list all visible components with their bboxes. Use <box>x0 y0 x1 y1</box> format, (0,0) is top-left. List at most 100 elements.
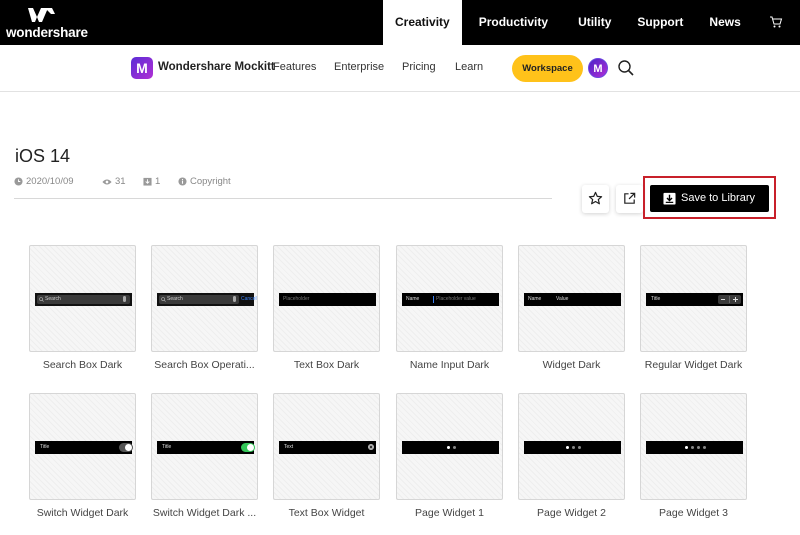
page-dot <box>566 446 569 449</box>
page-title: iOS 14 <box>15 146 71 166</box>
card-label: Page Widget 1 <box>415 507 484 519</box>
component-thumbnail: Title <box>640 245 747 352</box>
search-icon[interactable] <box>617 59 635 77</box>
avatar[interactable]: M <box>588 58 608 78</box>
mic-icon <box>123 296 126 302</box>
save-icon <box>663 192 676 205</box>
top-nav: Creativity Productivity Utility Support … <box>383 0 754 45</box>
card-label: Regular Widget Dark <box>644 359 743 371</box>
meta-license: Copyright <box>178 176 231 187</box>
preview-text: Name <box>528 296 542 302</box>
card-label: Text Box Widget <box>288 507 365 519</box>
clock-icon <box>14 177 23 186</box>
mic-icon <box>233 296 236 302</box>
meta-count: 1 <box>143 176 160 187</box>
preview-value: Value <box>556 296 569 302</box>
download-box-icon <box>143 177 152 186</box>
mockitt-logo-icon[interactable]: M <box>131 57 153 79</box>
wondershare-logo-icon <box>28 8 55 22</box>
card-label: Page Widget 3 <box>659 507 728 519</box>
nav-pricing[interactable]: Pricing <box>402 61 436 73</box>
card-label: Name Input Dark <box>409 359 490 371</box>
stepper <box>718 295 741 304</box>
nav-learn[interactable]: Learn <box>455 61 483 73</box>
preview-regular-widget: Title <box>646 293 743 306</box>
card-label: Page Widget 2 <box>537 507 606 519</box>
top-nav-news[interactable]: News <box>696 0 753 45</box>
page-dot <box>447 446 450 449</box>
text-cursor <box>433 296 434 303</box>
preview-text: Title <box>651 296 661 302</box>
preview-name-input: Name Placeholder value <box>402 293 499 306</box>
preview-page-dots <box>524 441 621 454</box>
meta-license-text: Copyright <box>190 176 231 187</box>
component-thumbnail: Search Cancel <box>151 245 258 352</box>
top-nav-utility[interactable]: Utility <box>565 0 624 45</box>
card-label: Text Box Dark <box>293 359 360 371</box>
component-thumbnail: Title <box>151 393 258 500</box>
search-icon <box>161 297 166 302</box>
top-nav-creativity[interactable]: Creativity <box>383 0 462 45</box>
page-dot <box>572 446 575 449</box>
preview-page-dots <box>646 441 743 454</box>
nav-enterprise[interactable]: Enterprise <box>334 61 384 73</box>
favorite-button[interactable] <box>582 185 609 213</box>
page-dot <box>703 446 706 449</box>
meta-date: 2020/10/09 <box>14 176 74 187</box>
top-navigation-bar: wondershare Creativity Productivity Util… <box>0 0 800 45</box>
card-label: Widget Dark <box>542 359 601 371</box>
top-nav-support[interactable]: Support <box>624 0 696 45</box>
preview-page-dots <box>402 441 499 454</box>
preview-text: Search <box>167 296 183 302</box>
preview-text: Text <box>284 444 294 450</box>
product-navigation: M Wondershare Mockitt Features Enterpris… <box>0 45 800 92</box>
workspace-button[interactable]: Workspace <box>512 55 583 82</box>
info-icon <box>178 177 187 186</box>
preview-text: Placeholder <box>283 296 310 302</box>
preview-widget: Name Value <box>524 293 621 306</box>
preview-switch-off: Title <box>35 441 133 454</box>
page-dot <box>578 446 581 449</box>
logo-text: wondershare <box>6 25 88 40</box>
component-thumbnail <box>518 393 625 500</box>
preview-search-dark: Search <box>35 293 132 306</box>
preview-text-box: Placeholder <box>279 293 376 306</box>
component-thumbnail: Search <box>29 245 136 352</box>
card-label: Switch Widget Dark ... <box>152 507 257 519</box>
card-label: Search Box Operati... <box>154 359 255 371</box>
minus-icon <box>721 299 725 300</box>
open-external-button[interactable] <box>616 185 643 213</box>
preview-value: Placeholder value <box>436 296 476 302</box>
preview-search-operation: Search Cancel <box>157 293 257 306</box>
search-icon <box>39 297 44 302</box>
save-to-library-button[interactable]: Save to Library <box>650 185 769 212</box>
save-to-library-label: Save to Library <box>681 192 755 204</box>
preview-text-box-widget: Text <box>279 441 376 454</box>
component-thumbnail: Text <box>273 393 380 500</box>
meta-views: 31 <box>102 176 126 187</box>
toggle-switch <box>119 443 133 452</box>
preview-action: Cancel <box>241 296 257 302</box>
component-thumbnail: Name Value <box>518 245 625 352</box>
divider <box>14 198 552 199</box>
mockitt-logo-letter: M <box>136 60 148 76</box>
component-thumbnail <box>396 393 503 500</box>
nav-features[interactable]: Features <box>273 61 316 73</box>
preview-text: Search <box>45 296 61 302</box>
page-dot <box>685 446 688 449</box>
preview-switch-on: Title <box>157 441 255 454</box>
preview-text: Name <box>406 296 420 302</box>
component-thumbnail: Name Placeholder value <box>396 245 503 352</box>
page-dot <box>691 446 694 449</box>
meta-views-text: 31 <box>115 176 126 187</box>
component-thumbnail: Placeholder <box>273 245 380 352</box>
preview-text: Title <box>40 444 50 450</box>
top-nav-productivity[interactable]: Productivity <box>462 0 565 45</box>
cart-icon[interactable] <box>769 15 783 29</box>
card-label: Switch Widget Dark <box>36 507 129 519</box>
meta-count-text: 1 <box>155 176 161 187</box>
star-icon <box>588 191 603 205</box>
page-dot <box>697 446 700 449</box>
external-link-icon <box>624 192 636 204</box>
mockitt-brand[interactable]: Wondershare Mockitt <box>158 61 275 73</box>
